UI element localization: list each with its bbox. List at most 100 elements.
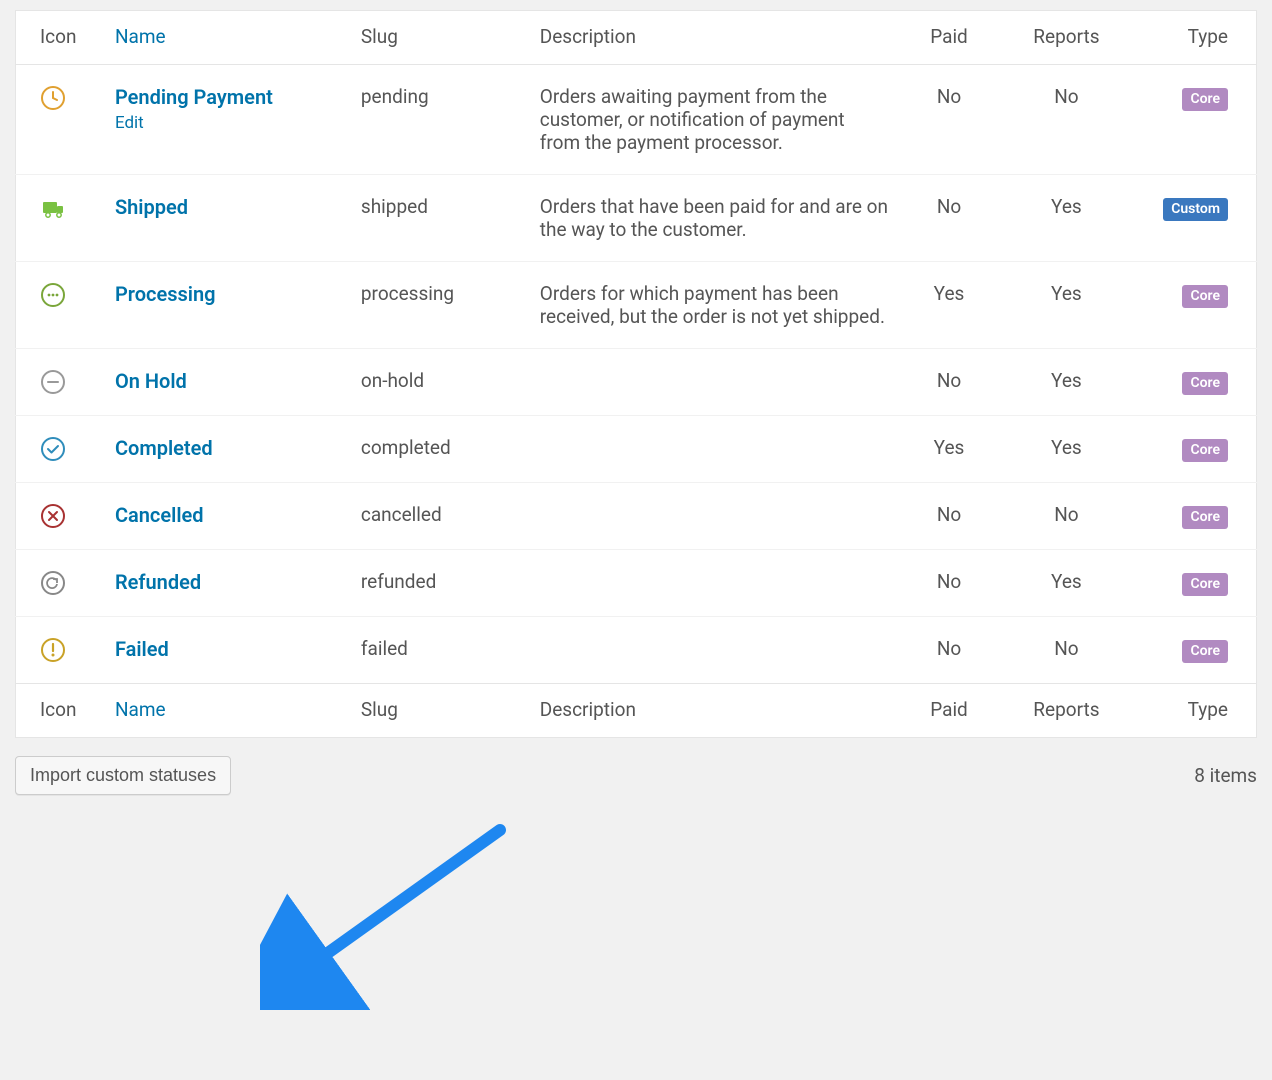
badge-core: Core <box>1182 285 1228 308</box>
annotation-arrow-icon <box>260 820 520 1010</box>
status-type: Core <box>1133 65 1256 175</box>
table-header-row: Icon Name Slug Description Paid Reports … <box>16 11 1257 65</box>
status-paid: No <box>899 175 1000 262</box>
status-description: Orders for which payment has been receiv… <box>530 262 899 349</box>
status-name-cell: Cancelled <box>105 483 351 550</box>
truck-icon <box>16 175 105 262</box>
col-footer-type: Type <box>1133 684 1256 738</box>
table-row: On Hold on-hold NoYes Core <box>16 349 1257 416</box>
status-name-cell: Failed <box>105 617 351 684</box>
status-name-cell: Processing <box>105 262 351 349</box>
status-name-link[interactable]: Failed <box>115 637 169 661</box>
status-type: Core <box>1133 550 1256 617</box>
items-count: 8 items <box>1194 764 1257 787</box>
status-slug: completed <box>351 416 530 483</box>
status-type: Custom <box>1133 175 1256 262</box>
col-footer-icon: Icon <box>16 684 105 738</box>
status-reports: No <box>999 483 1133 550</box>
status-type: Core <box>1133 416 1256 483</box>
row-actions: Edit <box>115 113 341 133</box>
col-header-reports: Reports <box>999 11 1133 65</box>
col-header-description: Description <box>530 11 899 65</box>
status-slug: on-hold <box>351 349 530 416</box>
status-paid: No <box>899 65 1000 175</box>
status-name-link[interactable]: Processing <box>115 282 216 306</box>
status-slug: shipped <box>351 175 530 262</box>
status-reports: No <box>999 617 1133 684</box>
status-description <box>530 617 899 684</box>
status-name-cell: On Hold <box>105 349 351 416</box>
status-slug: pending <box>351 65 530 175</box>
status-reports: Yes <box>999 550 1133 617</box>
table-row: Pending Payment Edit pendingOrders awaitin… <box>16 65 1257 175</box>
badge-core: Core <box>1182 439 1228 462</box>
status-slug: refunded <box>351 550 530 617</box>
status-paid: Yes <box>899 262 1000 349</box>
status-paid: No <box>899 483 1000 550</box>
status-name-link[interactable]: Pending Payment <box>115 85 273 109</box>
table-row: Completed completed YesYes Core <box>16 416 1257 483</box>
status-table: Icon Name Slug Description Paid Reports … <box>15 10 1257 738</box>
status-slug: failed <box>351 617 530 684</box>
status-type: Core <box>1133 262 1256 349</box>
status-reports: No <box>999 65 1133 175</box>
status-reports: Yes <box>999 349 1133 416</box>
status-slug: cancelled <box>351 483 530 550</box>
status-name-link[interactable]: Refunded <box>115 570 201 594</box>
table-row: Cancelled cancelled NoNo Core <box>16 483 1257 550</box>
col-footer-reports: Reports <box>999 684 1133 738</box>
refund-icon <box>16 550 105 617</box>
badge-core: Core <box>1182 573 1228 596</box>
table-row: Failed failed NoNo Core <box>16 617 1257 684</box>
status-description <box>530 349 899 416</box>
table-row: Shipped shippedOrders that have been paid… <box>16 175 1257 262</box>
col-header-type: Type <box>1133 11 1256 65</box>
status-paid: No <box>899 550 1000 617</box>
status-description <box>530 483 899 550</box>
clock-icon <box>16 65 105 175</box>
dots-icon <box>16 262 105 349</box>
col-footer-slug: Slug <box>351 684 530 738</box>
col-footer-name[interactable]: Name <box>105 684 351 738</box>
status-description <box>530 550 899 617</box>
status-type: Core <box>1133 349 1256 416</box>
table-row: Refunded refunded NoYes Core <box>16 550 1257 617</box>
status-name-cell: Pending Payment Edit <box>105 65 351 175</box>
status-name-link[interactable]: Completed <box>115 436 213 460</box>
col-header-paid: Paid <box>899 11 1000 65</box>
status-reports: Yes <box>999 262 1133 349</box>
status-type: Core <box>1133 617 1256 684</box>
status-description: Orders that have been paid for and are o… <box>530 175 899 262</box>
col-footer-description: Description <box>530 684 899 738</box>
status-slug: processing <box>351 262 530 349</box>
import-custom-statuses-button[interactable]: Import custom statuses <box>15 756 231 795</box>
alert-icon <box>16 617 105 684</box>
status-name-link[interactable]: Cancelled <box>115 503 204 527</box>
status-name-link[interactable]: Shipped <box>115 195 188 219</box>
badge-core: Core <box>1182 506 1228 529</box>
status-paid: Yes <box>899 416 1000 483</box>
col-header-name[interactable]: Name <box>105 11 351 65</box>
status-type: Core <box>1133 483 1256 550</box>
minus-icon <box>16 349 105 416</box>
col-footer-paid: Paid <box>899 684 1000 738</box>
status-description: Orders awaiting payment from the custome… <box>530 65 899 175</box>
status-name-link[interactable]: On Hold <box>115 369 187 393</box>
status-name-cell: Completed <box>105 416 351 483</box>
badge-custom: Custom <box>1163 198 1228 221</box>
col-header-slug: Slug <box>351 11 530 65</box>
status-reports: Yes <box>999 175 1133 262</box>
col-header-icon: Icon <box>16 11 105 65</box>
status-paid: No <box>899 349 1000 416</box>
table-footer-row: Icon Name Slug Description Paid Reports … <box>16 684 1257 738</box>
status-paid: No <box>899 617 1000 684</box>
edit-link[interactable]: Edit <box>115 113 144 133</box>
badge-core: Core <box>1182 372 1228 395</box>
status-reports: Yes <box>999 416 1133 483</box>
x-icon <box>16 483 105 550</box>
badge-core: Core <box>1182 640 1228 663</box>
status-description <box>530 416 899 483</box>
status-name-cell: Refunded <box>105 550 351 617</box>
badge-core: Core <box>1182 88 1228 111</box>
table-row: Processing processingOrders for which pay… <box>16 262 1257 349</box>
